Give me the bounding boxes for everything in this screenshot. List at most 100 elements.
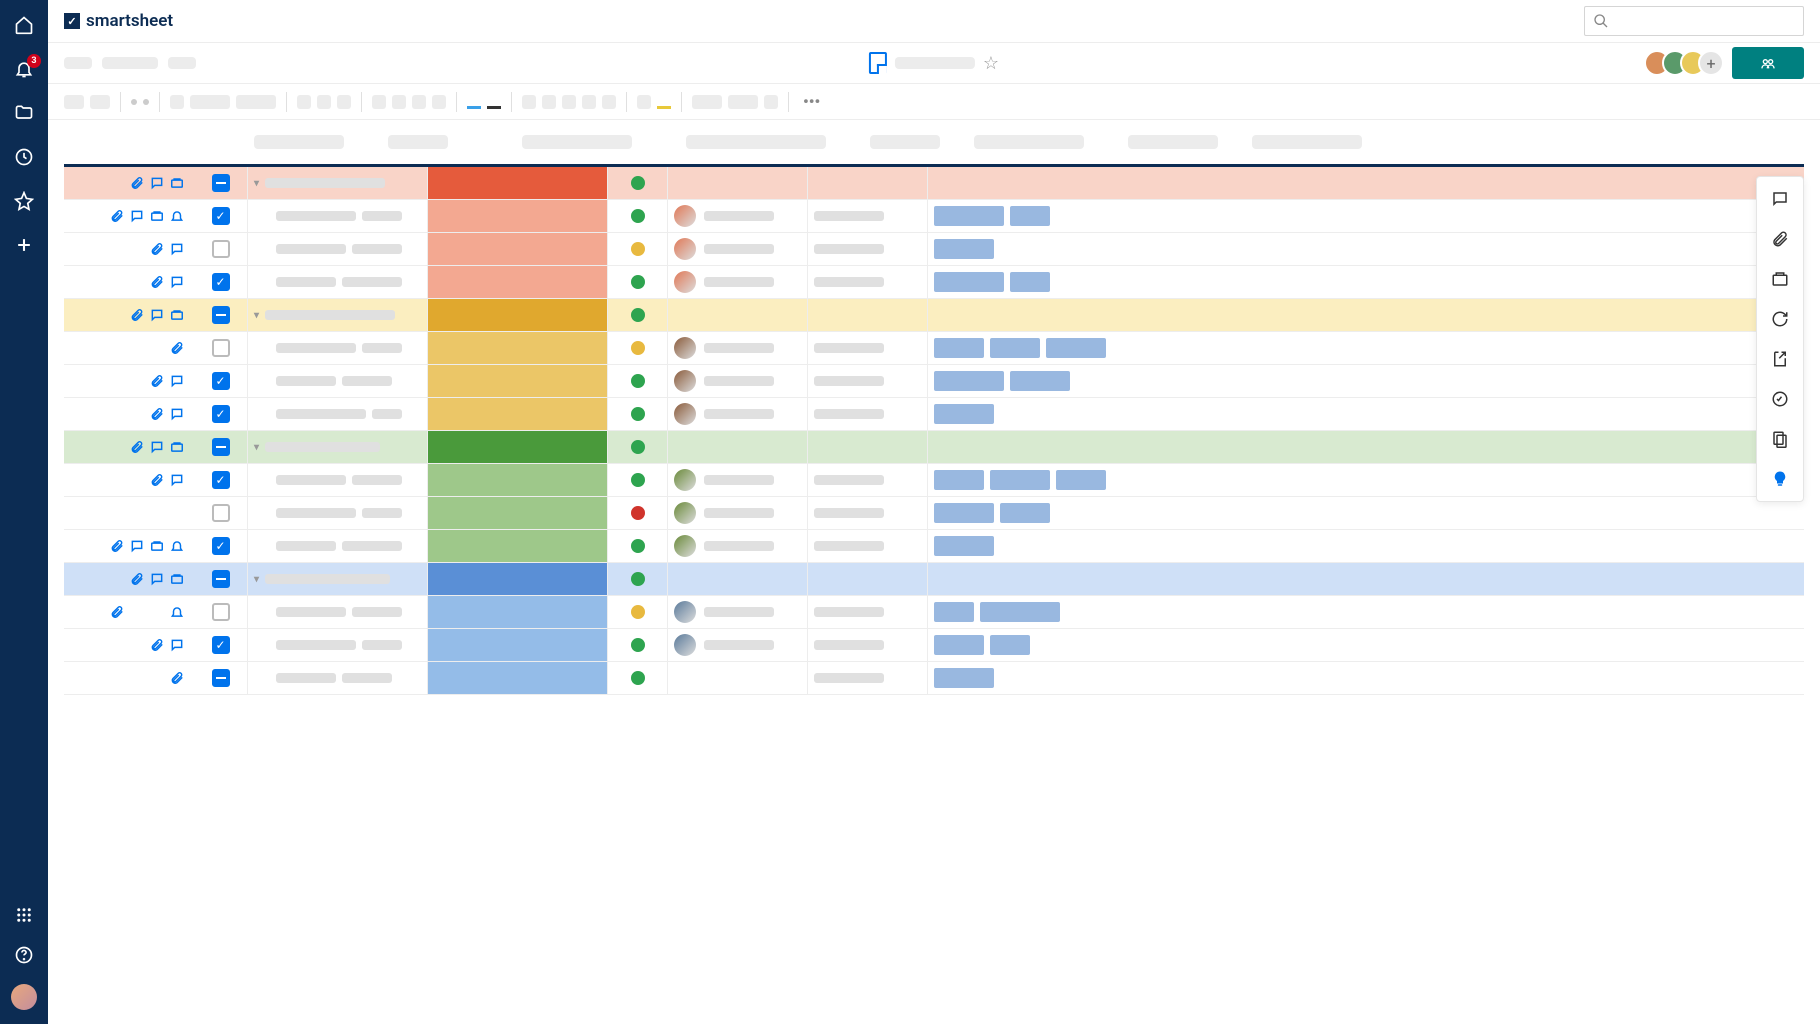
comment-icon[interactable] — [170, 374, 184, 388]
task-row[interactable]: ✓ — [64, 266, 1804, 299]
date-cell[interactable] — [808, 200, 928, 232]
toolbar-button[interactable] — [143, 99, 149, 105]
task-row[interactable] — [64, 332, 1804, 365]
tags-cell[interactable] — [928, 662, 1804, 694]
task-row[interactable]: ✓ — [64, 398, 1804, 431]
recents-icon[interactable] — [13, 146, 35, 168]
fill-color-button[interactable] — [487, 95, 501, 109]
date-cell[interactable] — [808, 497, 928, 529]
update-requests-icon[interactable] — [1770, 309, 1790, 329]
health-cell[interactable] — [608, 464, 668, 496]
date-cell[interactable] — [808, 596, 928, 628]
status-cell[interactable] — [428, 299, 608, 331]
task-name-cell[interactable]: ▾ — [248, 563, 428, 595]
collaborator-avatars[interactable]: + — [1644, 50, 1724, 76]
health-cell[interactable] — [608, 167, 668, 199]
health-cell[interactable] — [608, 200, 668, 232]
task-row[interactable] — [64, 662, 1804, 695]
toolbar-button[interactable] — [392, 95, 406, 109]
status-cell[interactable] — [428, 563, 608, 595]
done-checkbox[interactable]: ✓ — [212, 207, 230, 225]
date-cell[interactable] — [808, 464, 928, 496]
task-name-cell[interactable] — [248, 629, 428, 661]
toolbar-button[interactable] — [692, 95, 722, 109]
assignee-cell[interactable] — [668, 497, 808, 529]
done-checkbox[interactable] — [212, 174, 230, 192]
tags-cell[interactable] — [928, 167, 1804, 199]
column-header[interactable] — [870, 135, 940, 149]
conversations-icon[interactable] — [1770, 189, 1790, 209]
tags-cell[interactable] — [928, 431, 1804, 463]
tag[interactable] — [980, 602, 1060, 622]
done-checkbox[interactable]: ✓ — [212, 537, 230, 555]
search-input[interactable] — [1584, 6, 1804, 36]
attach-icon[interactable] — [130, 308, 144, 322]
assignee-cell[interactable] — [668, 596, 808, 628]
assignee-cell[interactable] — [668, 200, 808, 232]
date-cell[interactable] — [808, 629, 928, 661]
status-cell[interactable] — [428, 530, 608, 562]
done-checkbox[interactable] — [212, 306, 230, 324]
apps-icon[interactable] — [13, 904, 35, 926]
highlight-button[interactable] — [657, 95, 671, 109]
comment-icon[interactable] — [130, 209, 144, 223]
task-name-cell[interactable]: ▾ — [248, 431, 428, 463]
status-cell[interactable] — [428, 332, 608, 364]
attach-icon[interactable] — [150, 275, 164, 289]
parent-row[interactable]: ▾ — [64, 299, 1804, 332]
date-cell[interactable] — [808, 431, 928, 463]
expand-toggle[interactable]: ▾ — [254, 442, 259, 453]
tag[interactable] — [934, 404, 994, 424]
assignee-cell[interactable] — [668, 398, 808, 430]
task-row[interactable] — [64, 596, 1804, 629]
breadcrumb-item[interactable] — [64, 57, 92, 69]
attach-icon[interactable] — [150, 407, 164, 421]
attach-icon[interactable] — [150, 473, 164, 487]
expand-toggle[interactable]: ▾ — [254, 574, 259, 585]
tag[interactable] — [1010, 371, 1070, 391]
attach-icon[interactable] — [110, 209, 124, 223]
task-name-cell[interactable] — [248, 662, 428, 694]
status-cell[interactable] — [428, 629, 608, 661]
done-checkbox[interactable]: ✓ — [212, 471, 230, 489]
date-cell[interactable] — [808, 530, 928, 562]
comment-icon[interactable] — [150, 308, 164, 322]
toolbar-button[interactable] — [602, 95, 616, 109]
attach-icon[interactable] — [130, 440, 144, 454]
health-cell[interactable] — [608, 662, 668, 694]
comment-icon[interactable] — [170, 242, 184, 256]
task-name-cell[interactable] — [248, 332, 428, 364]
breadcrumb-item[interactable] — [102, 57, 158, 69]
done-checkbox[interactable] — [212, 504, 230, 522]
toolbar-button[interactable] — [131, 99, 137, 105]
health-cell[interactable] — [608, 233, 668, 265]
assignee-cell[interactable] — [668, 233, 808, 265]
assignee-cell[interactable] — [668, 431, 808, 463]
toolbar-button[interactable] — [582, 95, 596, 109]
task-row[interactable]: ✓ — [64, 200, 1804, 233]
task-row[interactable]: ✓ — [64, 530, 1804, 563]
summary-icon[interactable] — [1770, 429, 1790, 449]
status-cell[interactable] — [428, 596, 608, 628]
assignee-cell[interactable] — [668, 266, 808, 298]
done-checkbox[interactable]: ✓ — [212, 273, 230, 291]
tag[interactable] — [990, 338, 1040, 358]
assignee-cell[interactable] — [668, 629, 808, 661]
column-header[interactable] — [254, 135, 344, 149]
column-header[interactable] — [1128, 135, 1218, 149]
date-cell[interactable] — [808, 398, 928, 430]
add-collaborator-button[interactable]: + — [1698, 50, 1724, 76]
tags-cell[interactable] — [928, 563, 1804, 595]
toolbar-button[interactable] — [542, 95, 556, 109]
tag[interactable] — [990, 470, 1050, 490]
assignee-cell[interactable] — [668, 563, 808, 595]
tag[interactable] — [934, 272, 1004, 292]
parent-row[interactable]: ▾ — [64, 563, 1804, 596]
attach-icon[interactable] — [110, 539, 124, 553]
toolbar-button[interactable] — [562, 95, 576, 109]
done-checkbox[interactable] — [212, 603, 230, 621]
brand-logo[interactable]: smartsheet — [64, 11, 173, 31]
done-checkbox[interactable] — [212, 438, 230, 456]
comment-icon[interactable] — [170, 275, 184, 289]
column-header[interactable] — [1252, 135, 1362, 149]
